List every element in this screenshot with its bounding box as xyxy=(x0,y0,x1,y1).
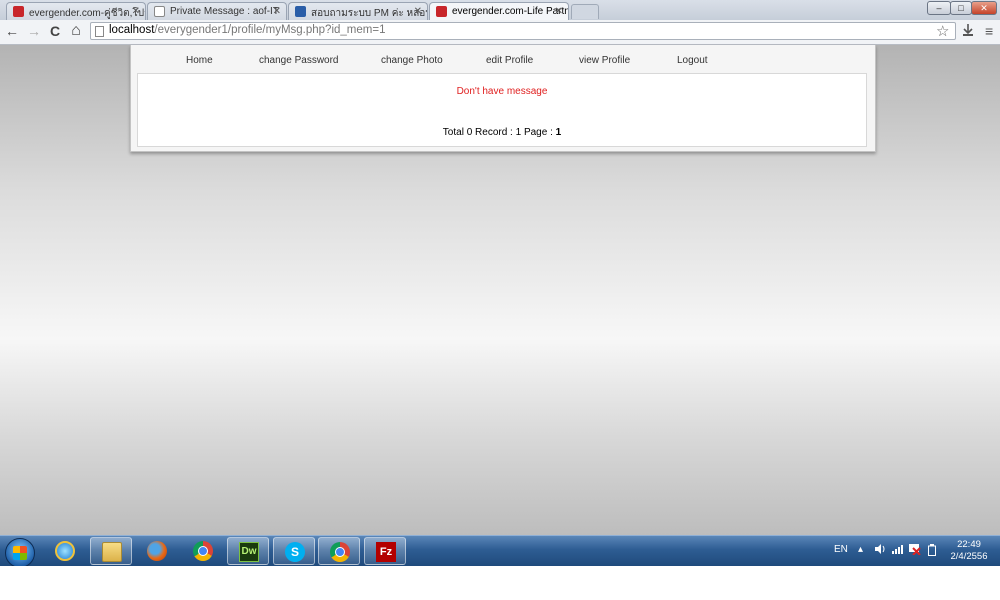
page-viewport: Home change Password change Photo edit P… xyxy=(0,45,1000,535)
bookmark-star-icon[interactable]: ☆ xyxy=(936,22,949,40)
home-icon[interactable]: ⌂ xyxy=(67,22,85,40)
maximize-button[interactable]: □ xyxy=(950,1,972,15)
skype-icon: S xyxy=(285,542,305,562)
close-tab-icon[interactable]: ✕ xyxy=(132,6,140,17)
clock-time: 22:49 xyxy=(957,539,981,550)
dreamweaver-icon: Dw xyxy=(239,542,259,562)
taskbar-windows-explorer[interactable] xyxy=(90,537,132,565)
start-button[interactable] xyxy=(5,538,35,568)
action-center-flag-icon[interactable] xyxy=(909,544,921,558)
taskbar-chrome[interactable] xyxy=(182,537,224,565)
page-icon xyxy=(95,26,104,37)
heart-favicon-icon xyxy=(436,6,447,17)
forward-arrow-icon[interactable]: → xyxy=(25,22,43,40)
windows-logo-icon xyxy=(13,546,27,560)
battery-icon[interactable] xyxy=(928,544,936,559)
pagination-summary: Total 0 Record : 1 Page : 1 xyxy=(138,127,866,138)
close-tab-icon[interactable]: ✕ xyxy=(273,6,281,17)
profile-panel: Home change Password change Photo edit P… xyxy=(130,45,876,152)
close-tab-icon[interactable]: ✕ xyxy=(414,6,422,17)
menu-change-password-link[interactable]: change Password xyxy=(259,55,339,66)
chrome-icon xyxy=(330,542,350,562)
close-tab-icon[interactable]: ✕ xyxy=(555,6,563,17)
browser-toolbar: ← → C ⌂ localhost/everygender1/profile/m… xyxy=(0,20,1000,45)
chrome-icon xyxy=(193,541,213,561)
menu-logout-link[interactable]: Logout xyxy=(677,55,708,66)
firefox-icon xyxy=(147,541,167,561)
system-clock[interactable]: 22:49 2/4/2556 xyxy=(944,539,994,563)
tab-title: สอบถามระบบ PM ค่ะ หลอนคั่ง xyxy=(311,8,427,19)
language-indicator[interactable]: EN xyxy=(834,544,848,555)
download-icon[interactable] xyxy=(962,23,974,40)
chrome-menu-icon[interactable]: ≡ xyxy=(985,23,993,39)
show-hidden-icons-chevron-icon[interactable]: ▴ xyxy=(858,544,863,555)
browser-tab[interactable]: สอบถามระบบ PM ค่ะ หลอนคั่ง ✕ xyxy=(288,2,428,20)
profile-menu: Home change Password change Photo edit P… xyxy=(131,45,875,73)
close-window-button[interactable]: ✕ xyxy=(971,1,997,15)
screen-bottom-margin xyxy=(0,566,1000,600)
windows-taskbar: Dw S Fz EN ▴ 22:49 2/4/2556 xyxy=(0,535,1000,568)
internet-explorer-icon xyxy=(55,541,75,561)
taskbar-chrome-active[interactable] xyxy=(318,537,360,565)
network-signal-icon[interactable] xyxy=(892,544,904,557)
filezilla-icon: Fz xyxy=(376,542,396,562)
minimize-button[interactable]: – xyxy=(927,1,951,15)
back-arrow-icon[interactable]: ← xyxy=(3,22,21,40)
empty-message-text: Don't have message xyxy=(456,86,548,97)
site-favicon-icon xyxy=(295,6,306,17)
new-tab-button[interactable] xyxy=(571,4,599,19)
taskbar-internet-explorer[interactable] xyxy=(44,537,86,565)
clock-date: 2/4/2556 xyxy=(950,551,988,562)
taskbar-filezilla[interactable]: Fz xyxy=(364,537,406,565)
address-path: /everygender1/profile/myMsg.php?id_mem=1 xyxy=(154,24,386,36)
browser-tab[interactable]: Private Message : aof-IT ✕ xyxy=(147,2,287,20)
pagination-current-page[interactable]: 1 xyxy=(556,127,562,138)
reload-icon[interactable]: C xyxy=(46,22,64,40)
menu-change-photo-link[interactable]: change Photo xyxy=(381,55,443,66)
menu-home-link[interactable]: Home xyxy=(186,55,213,66)
message-box: Don't have message Total 0 Record : 1 Pa… xyxy=(137,73,867,147)
taskbar-dreamweaver[interactable]: Dw xyxy=(227,537,269,565)
pagination-text: Total 0 Record : 1 Page : xyxy=(442,127,556,138)
volume-icon[interactable] xyxy=(875,544,886,557)
taskbar-firefox[interactable] xyxy=(136,537,178,565)
taskbar-skype[interactable]: S xyxy=(273,537,315,565)
menu-view-profile-link[interactable]: view Profile xyxy=(579,55,630,66)
tab-title: Private Message : aof-IT xyxy=(170,6,279,17)
tab-title: evergender.com-Life Partner xyxy=(452,6,569,17)
address-host: localhost xyxy=(109,24,155,36)
tab-title: evergender.com-คู่ชีวิต,โปรด xyxy=(29,8,146,19)
browser-tab[interactable]: evergender.com-คู่ชีวิต,โปรด ✕ xyxy=(6,2,146,20)
address-bar[interactable]: localhost/everygender1/profile/myMsg.php… xyxy=(90,22,956,40)
menu-edit-profile-link[interactable]: edit Profile xyxy=(486,55,533,66)
page-favicon-icon xyxy=(154,6,165,17)
browser-tab-strip: evergender.com-คู่ชีวิต,โปรด ✕ Private M… xyxy=(0,0,1000,20)
browser-tab-active[interactable]: evergender.com-Life Partner ✕ xyxy=(429,2,569,20)
folder-icon xyxy=(102,542,122,562)
heart-favicon-icon xyxy=(13,6,24,17)
